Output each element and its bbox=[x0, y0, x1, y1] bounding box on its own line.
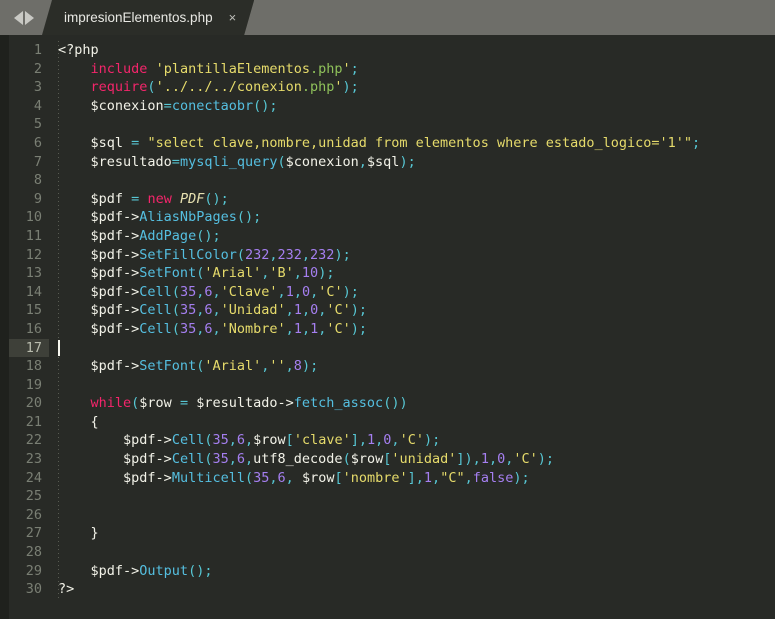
code-line[interactable]: { bbox=[49, 413, 775, 432]
code-line[interactable] bbox=[49, 115, 775, 134]
code-line[interactable]: while($row = $resultado->fetch_assoc()) bbox=[49, 394, 775, 413]
line-number: 29 bbox=[25, 562, 42, 579]
code-editor[interactable]: 1 2 3 4 5 6 7 8 9 10 11 12 13 14 15 16 1… bbox=[0, 35, 775, 619]
tab-bar: impresionElementos.php × bbox=[0, 0, 775, 35]
code-line[interactable]: $pdf->SetFont('Arial','B',10); bbox=[49, 264, 775, 283]
code-line[interactable]: include 'plantillaElementos.php'; bbox=[49, 60, 775, 79]
line-number: 27 bbox=[25, 525, 42, 542]
nav-back-arrow-icon[interactable] bbox=[14, 10, 23, 25]
code-line[interactable]: $pdf->Cell(35,6,'Unidad',1,0,'C'); bbox=[49, 301, 775, 320]
code-line[interactable]: $pdf->Cell(35,6,'Clave',1,0,'C'); bbox=[49, 283, 775, 302]
code-line[interactable] bbox=[49, 376, 775, 395]
line-number: 10 bbox=[25, 209, 42, 226]
line-number: 18 bbox=[25, 358, 42, 375]
code-line[interactable] bbox=[49, 506, 775, 525]
code-line[interactable]: $pdf->Cell(35,6,'Nombre',1,1,'C'); bbox=[49, 320, 775, 339]
line-number: 15 bbox=[25, 302, 42, 319]
line-number: 4 bbox=[33, 97, 42, 114]
code-lines[interactable]: <?php include 'plantillaElementos.php'; … bbox=[49, 41, 775, 599]
nav-forward-arrow-icon[interactable] bbox=[25, 10, 34, 25]
code-line[interactable]: $pdf->Cell(35,6,$row['clave'],1,0,'C'); bbox=[49, 431, 775, 450]
line-number: 9 bbox=[33, 190, 42, 207]
line-number-active: 17 bbox=[9, 338, 49, 358]
code-line[interactable]: $pdf->Output(); bbox=[49, 562, 775, 581]
line-number: 19 bbox=[25, 376, 42, 393]
line-number: 22 bbox=[25, 432, 42, 449]
line-number: 28 bbox=[25, 544, 42, 561]
editor-tab-impresionelementos[interactable]: impresionElementos.php × bbox=[42, 0, 254, 35]
code-line[interactable]: $pdf = new PDF(); bbox=[49, 190, 775, 209]
line-number: 30 bbox=[25, 581, 42, 598]
line-number: 21 bbox=[25, 413, 42, 430]
line-number: 26 bbox=[25, 506, 42, 523]
code-line[interactable]: $resultado=mysqli_query($conexion,$sql); bbox=[49, 153, 775, 172]
text-cursor bbox=[58, 339, 60, 356]
line-number: 12 bbox=[25, 246, 42, 263]
code-line[interactable]: $pdf->Cell(35,6,utf8_decode($row['unidad… bbox=[49, 450, 775, 469]
code-area[interactable]: <?php include 'plantillaElementos.php'; … bbox=[49, 35, 775, 619]
code-line[interactable] bbox=[49, 339, 775, 358]
line-number-gutter: 1 2 3 4 5 6 7 8 9 10 11 12 13 14 15 16 1… bbox=[9, 35, 49, 619]
code-line[interactable] bbox=[49, 171, 775, 190]
line-number: 2 bbox=[33, 60, 42, 77]
code-line[interactable]: <?php bbox=[49, 41, 775, 60]
code-line[interactable]: $conexion=conectaobr(); bbox=[49, 97, 775, 116]
tab-navigation-arrows bbox=[0, 0, 42, 35]
line-number: 13 bbox=[25, 265, 42, 282]
code-line[interactable] bbox=[49, 543, 775, 562]
code-line[interactable]: $pdf->Multicell(35,6, $row['nombre'],1,"… bbox=[49, 469, 775, 488]
code-line[interactable]: $pdf->SetFillColor(232,232,232); bbox=[49, 246, 775, 265]
line-number: 8 bbox=[33, 172, 42, 189]
code-line[interactable]: $pdf->AliasNbPages(); bbox=[49, 208, 775, 227]
line-number: 23 bbox=[25, 451, 42, 468]
line-number: 25 bbox=[25, 488, 42, 505]
line-number: 24 bbox=[25, 469, 42, 486]
close-icon[interactable]: × bbox=[229, 11, 237, 24]
code-line[interactable]: } bbox=[49, 524, 775, 543]
code-line[interactable]: $pdf->AddPage(); bbox=[49, 227, 775, 246]
code-line[interactable]: $sql = "select clave,nombre,unidad from … bbox=[49, 134, 775, 153]
code-line[interactable]: require('../../../conexion.php'); bbox=[49, 78, 775, 97]
code-line[interactable]: $pdf->SetFont('Arial','',8); bbox=[49, 357, 775, 376]
code-line[interactable] bbox=[49, 487, 775, 506]
line-number: 11 bbox=[25, 227, 42, 244]
line-number: 16 bbox=[25, 320, 42, 337]
editor-left-strip bbox=[0, 35, 9, 619]
line-number: 6 bbox=[33, 134, 42, 151]
line-number: 14 bbox=[25, 283, 42, 300]
tab-title: impresionElementos.php bbox=[64, 10, 213, 25]
line-number: 1 bbox=[33, 42, 42, 58]
line-number: 20 bbox=[25, 395, 42, 412]
line-number: 3 bbox=[33, 79, 42, 96]
code-line[interactable]: ?> bbox=[49, 580, 775, 599]
line-number: 5 bbox=[33, 116, 42, 133]
line-number: 7 bbox=[33, 153, 42, 170]
